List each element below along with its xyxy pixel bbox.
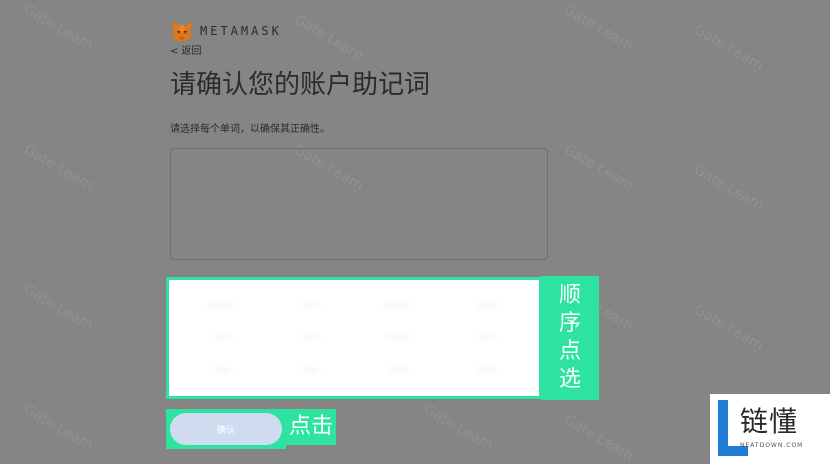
brand-name: METAMASK — [200, 24, 282, 38]
watermark-text: Gate Learn — [691, 161, 766, 215]
mnemonic-word-button[interactable]: ····· — [181, 324, 263, 352]
page-description: 请选择每个单词，以确保其正确性。 — [170, 124, 330, 135]
mnemonic-word-button[interactable]: ······ — [445, 292, 527, 319]
word-selection-box: ········ ····· ········ ······ ····· ····· ···… — [166, 277, 542, 399]
fox-icon — [171, 21, 193, 41]
badge-title: 链懂 — [740, 405, 799, 438]
mnemonic-word-button[interactable]: ····· — [269, 324, 351, 352]
confirm-button[interactable]: 确认 — [170, 413, 282, 445]
mnemonic-word-button[interactable]: ······ — [445, 357, 527, 384]
annotation-char: 选 — [558, 367, 581, 392]
confirm-button-highlight: 确认 — [166, 409, 286, 449]
order-select-annotation: 顺 序 点 选 — [541, 276, 599, 400]
annotation-char: 点 — [558, 339, 581, 364]
watermark-text: Gate Learn — [291, 11, 366, 65]
mnemonic-word-button[interactable]: ····· — [445, 324, 527, 352]
mnemonic-word-button[interactable]: ····· — [269, 357, 351, 384]
word-grid: ········ ····· ········ ······ ····· ····· ···… — [181, 292, 527, 384]
metamask-logo: METAMASK — [170, 20, 282, 42]
annotation-char: 顺 — [558, 283, 581, 308]
watermark-text: Gate Learn — [691, 21, 766, 75]
mnemonic-word-button[interactable]: ······· — [357, 324, 439, 352]
back-link[interactable]: < 返回 — [170, 42, 202, 57]
selected-words-area[interactable] — [170, 148, 548, 260]
page-title: 请确认您的账户助记词 — [170, 70, 431, 100]
neatdown-badge: 链懂 NEATDOWN.COM — [710, 394, 830, 464]
mnemonic-word-button[interactable]: ········ — [181, 292, 263, 319]
watermark-text: Gate Learn — [561, 411, 636, 464]
annotation-char: 序 — [558, 311, 581, 336]
watermark-text: Gate Learn — [21, 401, 96, 455]
badge-subtitle: NEATDOWN.COM — [740, 442, 804, 449]
watermark-text: Gate Learn — [561, 1, 636, 55]
watermark-text: Gate Learn — [21, 1, 96, 55]
mnemonic-word-button[interactable]: ····· — [269, 292, 351, 319]
watermark-text: Gate Learn — [561, 141, 636, 195]
mnemonic-word-button[interactable]: ····· — [181, 357, 263, 384]
click-annotation: 点击 — [286, 409, 336, 445]
watermark-text: Gate Learn — [691, 301, 766, 355]
watermark-text: Gate Learn — [21, 281, 96, 335]
watermark-text: Gate Learn — [421, 401, 496, 455]
watermark-text: Gate Learn — [21, 141, 96, 195]
mnemonic-word-button[interactable]: ······ — [357, 357, 439, 384]
mnemonic-word-button[interactable]: ········ — [357, 292, 439, 319]
